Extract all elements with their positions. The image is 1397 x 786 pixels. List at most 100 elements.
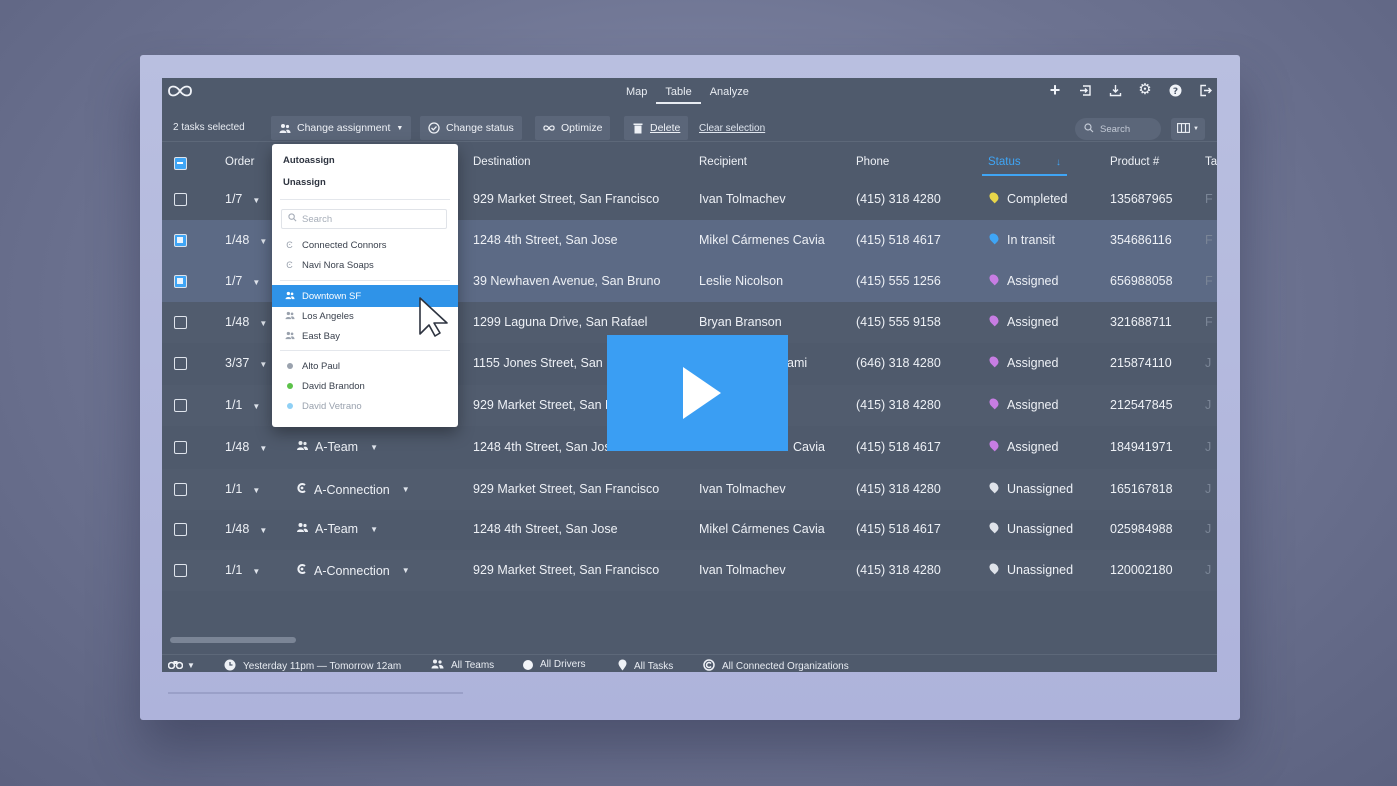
table-row[interactable]: 1/48 ▼ A-Team ▼ 1248 4th Street, San Jose Mik…: [162, 509, 1217, 550]
logout-icon[interactable]: [1197, 82, 1213, 98]
status-value: Assigned: [1007, 398, 1059, 412]
order-cell[interactable]: 1/1 ▼: [225, 482, 260, 496]
import-icon[interactable]: [1077, 82, 1093, 98]
table-row[interactable]: 1/1 ▼ A-Connection ▼ 929 Market Street, San …: [162, 469, 1217, 510]
change-assignment-button[interactable]: Change assignment ▼: [271, 116, 412, 140]
download-icon[interactable]: [1107, 82, 1123, 98]
row-checkbox[interactable]: [174, 193, 187, 206]
order-cell[interactable]: 1/48 ▼: [225, 522, 267, 536]
driver-status-dot-icon: [287, 403, 293, 409]
tasks-label: All Tasks: [634, 661, 674, 672]
help-icon[interactable]: ?: [1167, 82, 1183, 98]
row-checkbox[interactable]: [174, 316, 187, 329]
row-checkbox[interactable]: [174, 357, 187, 370]
team-icon: [285, 311, 295, 322]
order-cell[interactable]: 1/1 ▼: [225, 398, 260, 412]
product-cell: 321688711: [1110, 315, 1172, 329]
row-checkbox[interactable]: [174, 483, 187, 496]
recipient-cell: Ivan Tolmachev: [699, 482, 786, 496]
chevron-down-icon: ▼: [259, 444, 268, 453]
table-row[interactable]: 1/1 ▼ A-Connection ▼ 929 Market Street, San …: [162, 550, 1217, 591]
status-value: In transit: [1007, 233, 1055, 247]
row-checkbox[interactable]: [174, 523, 187, 536]
delete-button[interactable]: Delete: [624, 116, 689, 140]
driver-status-dot-icon: [287, 383, 293, 389]
binoculars-icon: [167, 659, 184, 672]
assignee-cell[interactable]: A-Connection ▼: [296, 482, 410, 497]
order-cell[interactable]: 1/7 ▼: [225, 192, 260, 206]
unassign-option[interactable]: Unassign: [283, 177, 326, 188]
binoculars-filter[interactable]: ▼: [167, 659, 195, 672]
drivers-filter[interactable]: All Drivers: [523, 659, 586, 670]
driver-option[interactable]: Alto Paul: [272, 356, 458, 376]
team-icon: [285, 291, 295, 302]
tasks-filter[interactable]: All Tasks: [618, 659, 673, 672]
driver-option[interactable]: David Vetrano: [272, 396, 458, 416]
row-checkbox[interactable]: [174, 441, 187, 454]
assignment-dropdown: Autoassign Unassign Search Ͼ Connected C…: [272, 144, 458, 427]
truncated-cell: J: [1205, 440, 1212, 454]
select-all-checkbox[interactable]: [174, 157, 187, 170]
status-pin-icon: [987, 231, 1001, 245]
assignee-cell[interactable]: A-Team ▼: [296, 522, 378, 536]
col-truncated[interactable]: Ta: [1205, 156, 1217, 168]
optimize-label: Optimize: [561, 122, 603, 134]
clear-selection-link[interactable]: Clear selection: [699, 123, 765, 134]
change-status-button[interactable]: Change status: [420, 116, 522, 140]
autoassign-option[interactable]: Autoassign: [283, 155, 335, 166]
top-bar: Map Table Analyze + ⚙ ?: [162, 78, 1217, 108]
gear-icon[interactable]: ⚙: [1137, 82, 1153, 98]
order-cell[interactable]: 1/48 ▼: [225, 315, 267, 329]
truncated-cell: F: [1205, 192, 1213, 206]
horizontal-scrollbar[interactable]: [170, 637, 296, 643]
row-checkbox[interactable]: [174, 275, 187, 288]
status-pin-icon: [987, 561, 1001, 575]
dropdown-search-input[interactable]: Search: [281, 209, 447, 229]
product-cell: 215874110: [1110, 356, 1172, 370]
driver-option[interactable]: David Brandon: [272, 376, 458, 396]
col-order[interactable]: Order: [225, 156, 254, 168]
truncated-cell: J: [1205, 482, 1212, 496]
team-option-label: Downtown SF: [302, 290, 362, 302]
time-range-filter[interactable]: Yesterday 11pm — Tomorrow 12am: [224, 659, 401, 672]
order-cell[interactable]: 1/7 ▼: [225, 274, 260, 288]
assignee-cell[interactable]: A-Connection ▼: [296, 563, 410, 578]
tab-map[interactable]: Map: [617, 86, 656, 104]
row-checkbox[interactable]: [174, 234, 187, 247]
optimize-button[interactable]: Optimize: [535, 116, 611, 140]
row-checkbox[interactable]: [174, 399, 187, 412]
col-recipient[interactable]: Recipient: [699, 156, 747, 168]
org-option-label: Navi Nora Soaps: [302, 259, 374, 271]
columns-button[interactable]: ▼: [1171, 118, 1205, 140]
order-value: 1/7: [225, 274, 243, 288]
pin-icon: [618, 659, 627, 672]
row-checkbox[interactable]: [174, 564, 187, 577]
video-play-button[interactable]: [607, 335, 788, 451]
order-cell[interactable]: 3/37 ▼: [225, 356, 267, 370]
assignee-cell[interactable]: A-Team ▼: [296, 440, 378, 454]
infinity-logo-icon[interactable]: [166, 82, 194, 100]
order-cell[interactable]: 1/1 ▼: [225, 563, 260, 577]
org-option[interactable]: Ͼ Connected Connors: [272, 235, 458, 255]
col-destination[interactable]: Destination: [473, 156, 531, 168]
order-value: 1/7: [225, 192, 243, 206]
teams-filter[interactable]: All Teams: [431, 659, 494, 672]
product-cell: 025984988: [1110, 522, 1173, 536]
status-value: Assigned: [1007, 440, 1059, 454]
orgs-filter[interactable]: All Connected Organizations: [703, 659, 849, 672]
search-input[interactable]: Search: [1075, 118, 1161, 140]
tab-analyze[interactable]: Analyze: [701, 86, 758, 104]
order-cell[interactable]: 1/48 ▼: [225, 233, 267, 247]
check-circle-icon: [428, 122, 440, 134]
col-phone[interactable]: Phone: [856, 156, 889, 168]
team-icon: [431, 659, 444, 672]
col-product[interactable]: Product #: [1110, 156, 1159, 168]
org-option[interactable]: Ͼ Navi Nora Soaps: [272, 255, 458, 275]
connection-icon: Ͼ: [286, 240, 293, 250]
change-assignment-label: Change assignment: [297, 122, 391, 134]
order-cell[interactable]: 1/48 ▼: [225, 440, 267, 454]
drivers-label: All Drivers: [540, 659, 586, 670]
col-status[interactable]: Status ↓: [988, 156, 1061, 168]
plus-icon[interactable]: +: [1047, 81, 1063, 99]
tab-table[interactable]: Table: [656, 86, 701, 104]
